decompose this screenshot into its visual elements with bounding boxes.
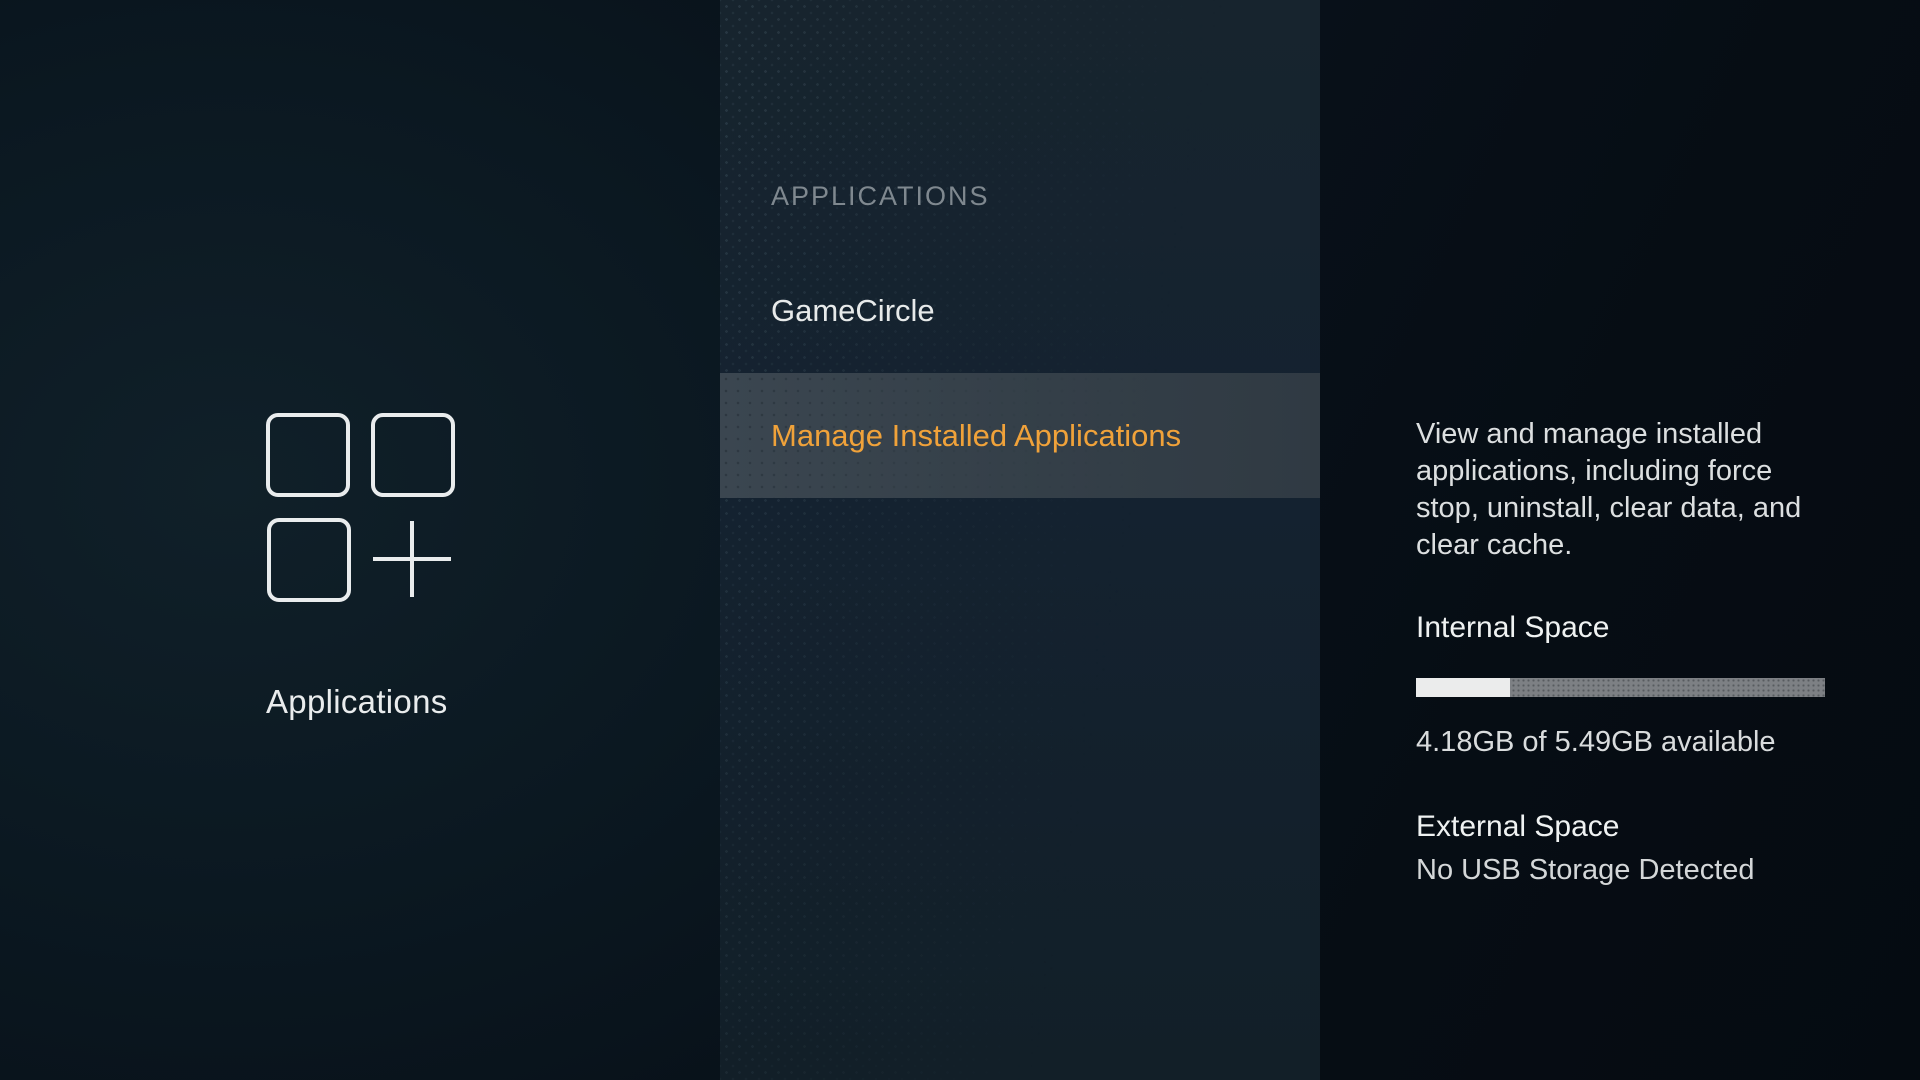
fire-tv-settings-screen: Applications APPLICATIONS GameCircle Man… — [0, 0, 1920, 1080]
internal-space-available: 4.18GB of 5.49GB available — [1416, 726, 1776, 759]
description-text: View and manage installed applications, … — [1416, 416, 1841, 564]
grid-square-top-right — [371, 413, 455, 497]
detail-panel: View and manage installed applications, … — [1320, 0, 1920, 1080]
menu-section-header: APPLICATIONS — [771, 181, 990, 212]
category-label: Applications — [266, 683, 448, 721]
external-space-title: External Space — [1416, 810, 1619, 844]
menu-item-manage-installed-applications[interactable]: Manage Installed Applications — [720, 373, 1320, 498]
internal-space-progress-bar — [1416, 678, 1825, 697]
grid-square-top-left — [266, 413, 350, 497]
applications-grid-plus-icon — [266, 413, 456, 603]
menu-panel: APPLICATIONS GameCircle Manage Installed… — [720, 0, 1320, 1080]
menu-item-label: GameCircle — [771, 293, 935, 329]
internal-space-title: Internal Space — [1416, 611, 1609, 645]
category-panel: Applications — [0, 0, 720, 1080]
menu-item-label: Manage Installed Applications — [771, 418, 1181, 454]
menu-item-gamecircle[interactable]: GameCircle — [720, 248, 1320, 373]
external-space-status: No USB Storage Detected — [1416, 854, 1755, 887]
grid-square-bottom-left — [267, 518, 351, 602]
internal-space-progress-fill — [1416, 678, 1510, 697]
plus-icon-vertical-bar — [410, 521, 414, 597]
